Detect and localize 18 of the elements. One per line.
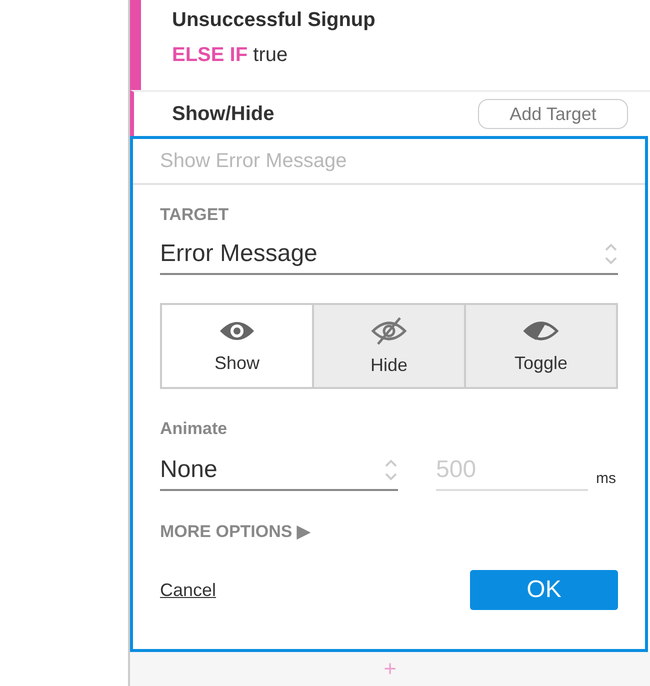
cancel-link[interactable]: Cancel: [160, 580, 216, 600]
target-label: TARGET: [160, 205, 230, 225]
chevron-icon: [604, 241, 618, 267]
more-options-link[interactable]: MORE OPTIONS ▶: [160, 521, 310, 542]
target-select[interactable]: Error Message: [160, 235, 618, 275]
animation-select[interactable]: None: [160, 451, 398, 491]
condition-title: Unsuccessful Signup: [172, 9, 376, 32]
mode-button[interactable]: Hide: [312, 305, 464, 387]
chevron-icon: [384, 457, 398, 483]
eye-half-icon: [522, 318, 560, 342]
action-title: Show/Hide: [172, 102, 274, 126]
animate-label: Animate: [160, 419, 228, 439]
add-target-button[interactable]: Add Target: [478, 99, 628, 129]
eye-slash-icon: [370, 316, 408, 344]
condition-expression: ELSE IF true: [172, 44, 289, 67]
ok-button[interactable]: OK: [470, 570, 618, 610]
mode-button[interactable]: Toggle: [464, 305, 616, 387]
unit-label: ms: [596, 470, 616, 489]
